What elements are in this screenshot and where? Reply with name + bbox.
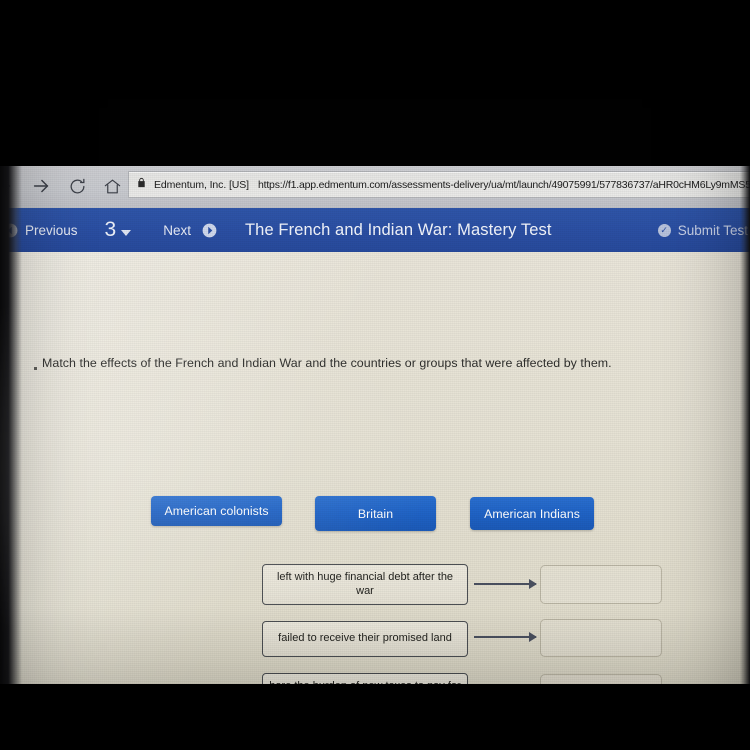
lock-icon (136, 176, 147, 194)
arrow-right-icon (474, 632, 537, 642)
instruction-bullet (34, 367, 37, 370)
assessment-header: Previous 3 Next The French and Indian Wa… (0, 208, 750, 252)
drop-zone[interactable] (540, 619, 662, 657)
chevron-down-icon (121, 229, 132, 236)
answer-chip-american-indians[interactable]: American Indians (470, 497, 594, 530)
photo-bottom-black-band (0, 684, 750, 750)
page-title: The French and Indian War: Mastery Test (245, 220, 552, 239)
back-icon[interactable] (0, 175, 14, 197)
header-navigation-group: Previous 3 Next (0, 208, 228, 252)
laptop-screen: Edmentum, Inc. [US] https://f1.app.edmen… (0, 166, 750, 684)
next-label-header: Next (163, 222, 191, 238)
previous-button[interactable]: Previous (0, 208, 89, 252)
answer-chip-label: American colonists (164, 504, 269, 518)
submit-test-button[interactable]: ✓ Submit Test (657, 208, 750, 252)
drop-zone[interactable] (540, 565, 662, 604)
previous-label: Previous (25, 222, 78, 238)
circle-arrow-right-icon (202, 223, 217, 238)
refresh-icon[interactable] (68, 177, 87, 196)
next-button-header[interactable]: Next (141, 208, 228, 252)
home-icon[interactable] (103, 177, 122, 196)
answer-chip-britain[interactable]: Britain (315, 496, 436, 531)
circle-arrow-left-icon (3, 223, 18, 238)
photograph-of-laptop-screen: Edmentum, Inc. [US] https://f1.app.edmen… (0, 0, 750, 750)
photo-top-black-band (0, 0, 750, 166)
question-instructions: Match the effects of the French and Indi… (42, 356, 612, 370)
page-number-value: 3 (104, 218, 117, 241)
site-identity-label: Edmentum, Inc. [US] (154, 178, 249, 191)
arrow-right-icon (474, 579, 537, 589)
check-circle-icon: ✓ (657, 223, 671, 237)
url-text: https://f1.app.edmentum.com/assessments-… (257, 178, 750, 191)
effect-statement-box: left with huge financial debt after the … (262, 564, 468, 605)
submit-test-label: Submit Test (677, 222, 748, 238)
effect-statement-box: bore the burden of new taxes to pay for … (262, 673, 468, 684)
address-bar[interactable]: Edmentum, Inc. [US] https://f1.app.edmen… (128, 171, 750, 198)
answer-chip-label: Britain (357, 506, 394, 521)
browser-toolbar: Edmentum, Inc. [US] https://f1.app.edmen… (0, 166, 750, 208)
browser-nav-buttons (0, 170, 122, 202)
drop-zone[interactable] (540, 674, 662, 684)
effect-statement-text: bore the burden of new taxes to pay for … (269, 680, 461, 684)
answer-chip-american-colonists[interactable]: American colonists (151, 496, 282, 526)
answer-chip-label: American Indians (484, 506, 580, 521)
effect-statement-text: left with huge financial debt after the … (276, 570, 454, 597)
forward-icon[interactable] (30, 175, 52, 197)
page-number-dropdown[interactable]: 3 (89, 218, 142, 242)
effect-statement-box: failed to receive their promised land (262, 621, 468, 657)
effect-statement-text: failed to receive their promised land (278, 632, 452, 645)
